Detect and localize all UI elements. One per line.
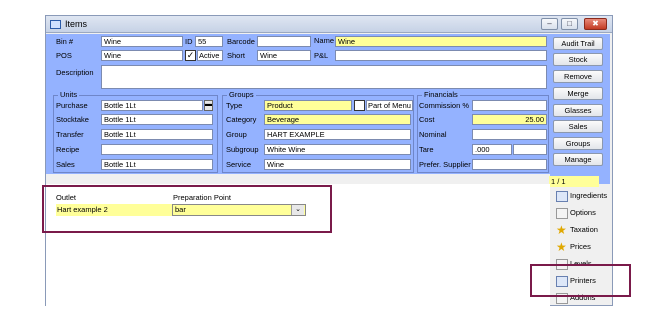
short-label: Short xyxy=(227,51,245,60)
category-field[interactable]: Beverage xyxy=(264,114,411,125)
prefer-supplier-label: Prefer. Supplier xyxy=(419,160,471,169)
star-icon: ★ xyxy=(556,240,567,254)
items-window: Items – □ ✖ Bin # Wine ID 55 Barcode Nam… xyxy=(45,15,613,306)
close-button[interactable]: ✖ xyxy=(584,18,607,30)
tare-extra-field[interactable] xyxy=(513,144,547,155)
audit-trail-button[interactable]: Audit Trail xyxy=(553,37,603,50)
active-checkbox[interactable]: ✓ xyxy=(185,50,196,61)
maximize-button[interactable]: □ xyxy=(561,18,578,30)
merge-button[interactable]: Merge xyxy=(553,87,603,100)
recipe-field[interactable] xyxy=(101,144,213,155)
service-label: Service xyxy=(226,160,252,169)
transfer-field[interactable]: Bottle 1Lt xyxy=(101,129,213,140)
recipe-label: Recipe xyxy=(56,145,80,154)
nominal-field[interactable] xyxy=(472,129,547,140)
type-field[interactable]: Product xyxy=(264,100,352,111)
pos-field[interactable]: Wine xyxy=(101,50,183,61)
name-field[interactable]: Wine xyxy=(335,36,547,47)
glasses-button[interactable]: Glasses xyxy=(553,104,603,117)
part-of-menu-checkbox[interactable] xyxy=(354,100,365,111)
tab-options[interactable]: Options xyxy=(553,206,609,222)
service-field[interactable]: Wine xyxy=(264,159,411,170)
star-icon: ★ xyxy=(556,223,567,237)
minimize-button[interactable]: – xyxy=(541,18,558,30)
ingredients-icon xyxy=(556,191,568,202)
commission-label: Commission % xyxy=(419,101,470,110)
subgroup-field[interactable]: White Wine xyxy=(264,144,411,155)
id-label: ID xyxy=(185,37,193,46)
purchase-lookup-button[interactable]: ▬ xyxy=(204,100,213,111)
nominal-label: Nominal xyxy=(419,130,447,139)
tab-label: Options xyxy=(570,208,596,217)
commission-field[interactable] xyxy=(472,100,547,111)
item-details-panel: Bin # Wine ID 55 Barcode Name Wine POS W… xyxy=(46,34,550,174)
printers-highlight-box xyxy=(530,264,631,297)
pl-field[interactable] xyxy=(335,50,547,61)
tab-label: Prices xyxy=(570,242,591,251)
outlet-highlight-box xyxy=(42,185,332,233)
tare-field[interactable]: .000 xyxy=(472,144,512,155)
cost-label: Cost xyxy=(419,115,435,124)
tab-taxation[interactable]: ★ Taxation xyxy=(553,223,609,239)
units-title: Units xyxy=(58,90,80,99)
groups-title: Groups xyxy=(227,90,256,99)
tab-prices[interactable]: ★ Prices xyxy=(553,240,609,256)
stocktake-field[interactable]: Bottle 1Lt xyxy=(101,114,213,125)
manage-button[interactable]: Manage xyxy=(553,153,603,166)
tare-label: Tare xyxy=(419,145,434,154)
group-field[interactable]: HART EXAMPLE xyxy=(264,129,411,140)
cost-field[interactable]: 25.00 xyxy=(472,114,547,125)
financials-title: Financials xyxy=(422,90,460,99)
transfer-label: Transfer xyxy=(56,130,84,139)
tab-label: Taxation xyxy=(570,225,598,234)
short-field[interactable]: Wine xyxy=(257,50,311,61)
groups-button[interactable]: Groups xyxy=(553,137,603,150)
subgroup-label: Subgroup xyxy=(226,145,259,154)
description-field[interactable] xyxy=(101,65,547,89)
description-label: Description xyxy=(56,68,94,77)
group-label: Group xyxy=(226,130,247,139)
sales-label: Sales xyxy=(56,160,75,169)
barcode-field[interactable] xyxy=(257,36,311,47)
sales-button[interactable]: Sales xyxy=(553,120,603,133)
bin-field[interactable]: Wine xyxy=(101,36,183,47)
name-label: Name xyxy=(314,36,335,45)
stocktake-label: Stocktake xyxy=(56,115,89,124)
window-title: Items xyxy=(65,19,88,29)
tab-ingredients[interactable]: Ingredients xyxy=(553,189,609,205)
id-field[interactable]: 55 xyxy=(195,36,223,47)
record-counter: 1 / 1 xyxy=(549,176,599,187)
purchase-label: Purchase xyxy=(56,101,88,110)
remove-button[interactable]: Remove xyxy=(553,70,603,83)
sales-field[interactable]: Bottle 1Lt xyxy=(101,159,213,170)
pos-label: POS xyxy=(56,51,72,60)
part-of-menu-label: Part of Menu xyxy=(366,100,413,111)
type-label: Type xyxy=(226,101,243,110)
purchase-field[interactable]: Bottle 1Lt xyxy=(101,100,203,111)
active-label: Active xyxy=(197,50,223,61)
options-icon xyxy=(556,208,568,219)
prefer-supplier-field[interactable] xyxy=(472,159,547,170)
category-label: Category xyxy=(226,115,257,124)
bin-label: Bin # xyxy=(56,37,74,46)
window-icon xyxy=(50,20,61,29)
tab-label: Ingredients xyxy=(570,191,608,200)
barcode-label: Barcode xyxy=(227,37,255,46)
title-bar[interactable]: Items – □ ✖ xyxy=(46,16,612,33)
pl-label: P&L xyxy=(314,51,329,60)
stock-button[interactable]: Stock xyxy=(553,53,603,66)
